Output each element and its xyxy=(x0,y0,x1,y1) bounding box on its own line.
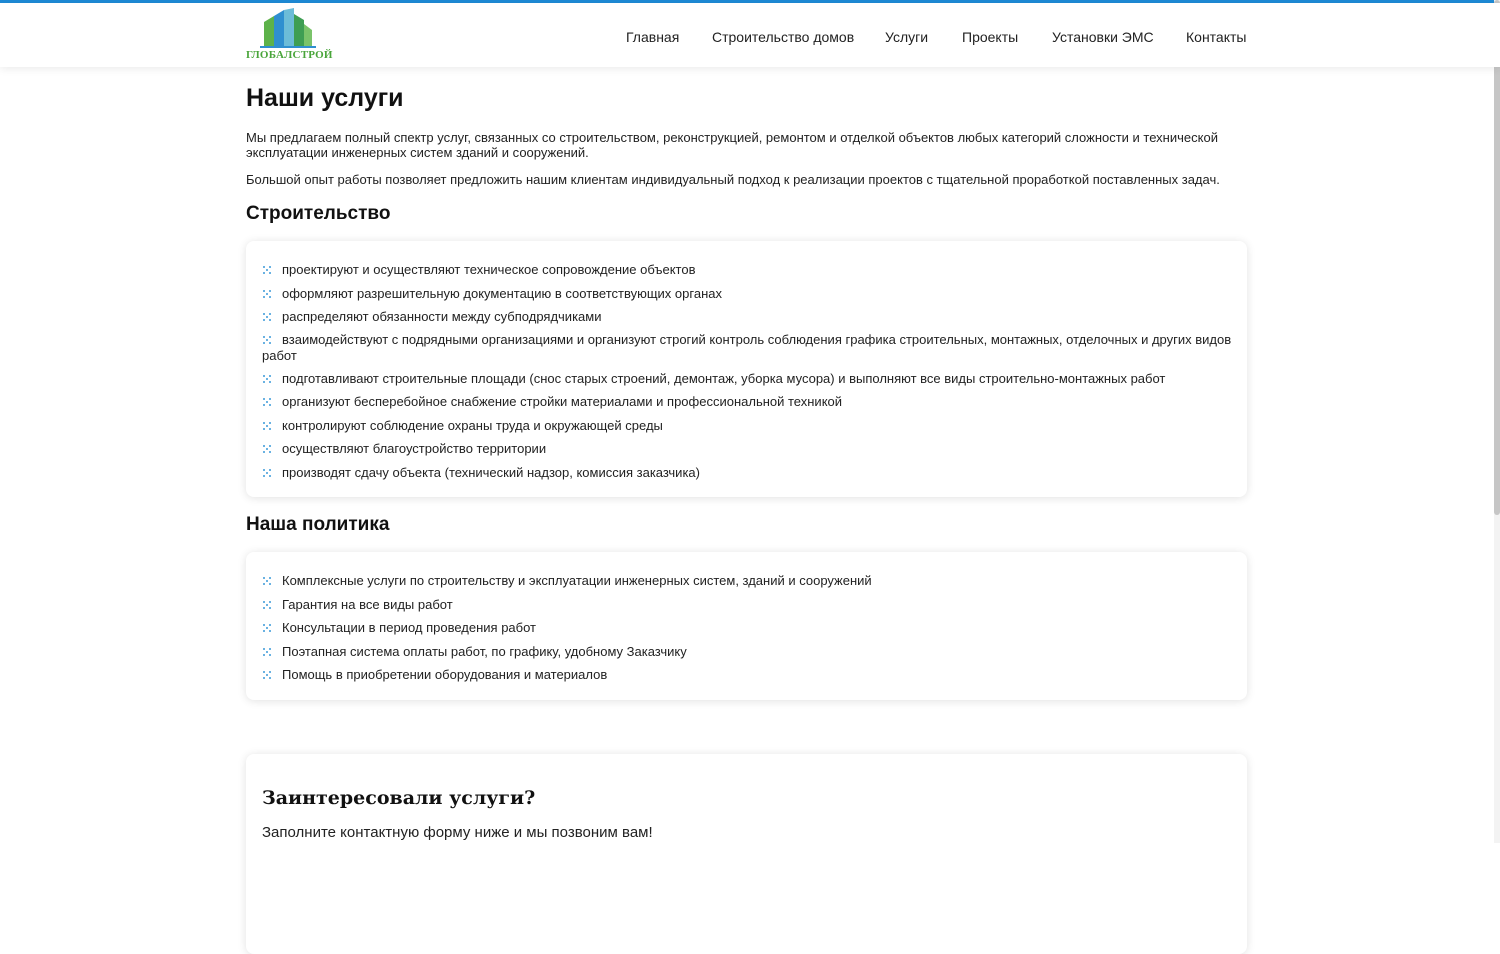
nav-link-services[interactable]: Услуги xyxy=(885,29,928,45)
policy-card: Комплексные услуги по строительству и эк… xyxy=(246,552,1247,700)
construction-item-text: осуществляют благоустройство территории xyxy=(282,441,547,456)
logo-text: ГЛОБАЛСТРОЙ xyxy=(246,49,333,61)
construction-item-text: организуют бесперебойное снабжение строй… xyxy=(282,394,843,409)
cta-text: Заполните контактную форму ниже и мы поз… xyxy=(262,824,653,841)
site-header: ГЛОБАЛСТРОЙ Главная Строительство домов … xyxy=(0,3,1500,67)
nav-link-home[interactable]: Главная xyxy=(626,29,679,45)
dotted-grid-icon xyxy=(263,671,272,680)
dotted-grid-icon xyxy=(263,290,272,299)
construction-item-text: оформляют разрешительную документацию в … xyxy=(282,286,722,301)
page-scrollbar[interactable] xyxy=(1494,0,1500,843)
construction-item-text: контролируют соблюдение охраны труда и о… xyxy=(282,418,663,433)
construction-card: проектируют и осуществляют техническое с… xyxy=(246,241,1247,497)
nav-link-ems[interactable]: Установки ЭМС xyxy=(1052,29,1154,45)
cta-title: Заинтересовали услуги? xyxy=(262,787,536,809)
dotted-grid-icon xyxy=(263,624,272,633)
intro-paragraph-2: Большой опыт работы позволяет предложить… xyxy=(246,172,1220,187)
policy-item: Гарантия на все виды работ xyxy=(262,597,1232,613)
page-title: Наши услуги xyxy=(246,84,404,112)
policy-item-text: Помощь в приобретении оборудования и мат… xyxy=(282,667,608,682)
intro-paragraph-1: Мы предлагаем полный спектр услуг, связа… xyxy=(246,130,1218,160)
dotted-grid-icon xyxy=(263,266,272,275)
dotted-grid-icon xyxy=(263,313,272,322)
construction-item-text: подготавливают строительные площади (сно… xyxy=(282,371,1166,386)
construction-item: проектируют и осуществляют техническое с… xyxy=(262,262,1232,278)
construction-item-text: распределяют обязанности между субподряд… xyxy=(282,309,602,324)
dotted-grid-icon xyxy=(263,577,272,586)
construction-item-text: проектируют и осуществляют техническое с… xyxy=(282,262,696,277)
nav-link-projects[interactable]: Проекты xyxy=(962,29,1018,45)
dotted-grid-icon xyxy=(263,398,272,407)
policy-item-text: Поэтапная система оплаты работ, по графи… xyxy=(282,644,687,659)
policy-item-text: Комплексные услуги по строительству и эк… xyxy=(282,573,872,588)
policy-item: Консультации в период проведения работ xyxy=(262,620,1232,636)
dotted-grid-icon xyxy=(263,648,272,657)
construction-item: организуют бесперебойное снабжение строй… xyxy=(262,394,1232,410)
construction-item: производят сдачу объекта (технический на… xyxy=(262,465,1232,481)
construction-item: осуществляют благоустройство территории xyxy=(262,441,1232,457)
construction-item-text: производят сдачу объекта (технический на… xyxy=(282,465,700,480)
policy-item: Помощь в приобретении оборудования и мат… xyxy=(262,667,1232,683)
policy-item: Поэтапная система оплаты работ, по графи… xyxy=(262,644,1232,660)
construction-title: Строительство xyxy=(246,203,391,224)
cta-card: Заинтересовали услуги? Заполните контакт… xyxy=(246,754,1247,954)
dotted-grid-icon xyxy=(263,469,272,478)
policy-item: Комплексные услуги по строительству и эк… xyxy=(262,573,1232,589)
construction-item: подготавливают строительные площади (сно… xyxy=(262,371,1232,387)
dotted-grid-icon xyxy=(263,422,272,431)
dotted-grid-icon xyxy=(263,336,272,345)
dotted-grid-icon xyxy=(263,445,272,454)
construction-item: контролируют соблюдение охраны труда и о… xyxy=(262,418,1232,434)
construction-item: оформляют разрешительную документацию в … xyxy=(262,286,1232,302)
logo-link[interactable]: ГЛОБАЛСТРОЙ xyxy=(246,6,333,66)
nav-link-house-construction[interactable]: Строительство домов xyxy=(712,29,854,45)
policy-item-text: Гарантия на все виды работ xyxy=(282,597,453,612)
dotted-grid-icon xyxy=(263,375,272,384)
policy-item-text: Консультации в период проведения работ xyxy=(282,620,536,635)
construction-item-text: взаимодействуют с подрядными организация… xyxy=(262,332,1232,363)
policy-title: Наша политика xyxy=(246,514,390,535)
construction-item: распределяют обязанности между субподряд… xyxy=(262,309,1232,325)
building-logo-icon xyxy=(260,8,316,48)
nav-link-contacts[interactable]: Контакты xyxy=(1186,29,1246,45)
construction-item: взаимодействуют с подрядными организация… xyxy=(262,332,1232,364)
scrollbar-thumb[interactable] xyxy=(1494,0,1500,515)
dotted-grid-icon xyxy=(263,601,272,610)
